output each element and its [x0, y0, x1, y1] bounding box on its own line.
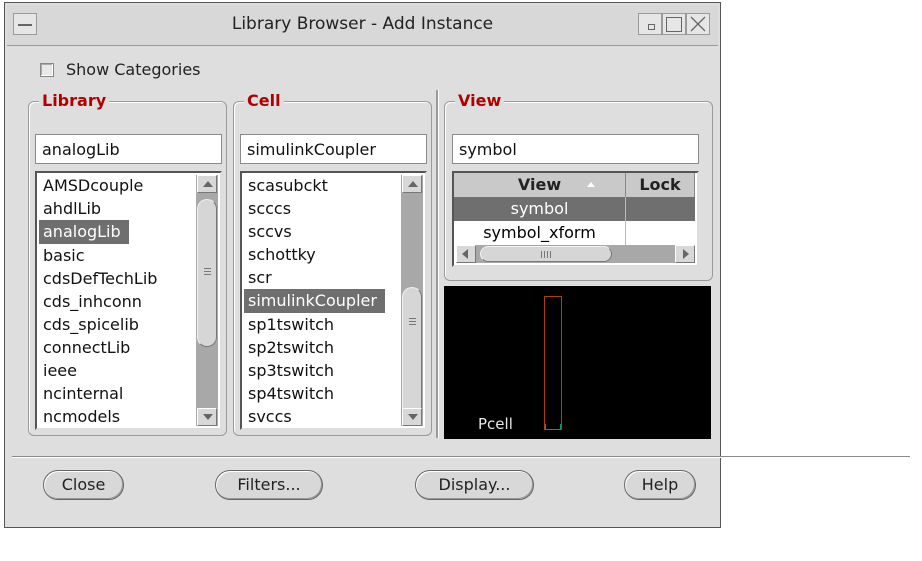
close-icon [690, 16, 706, 32]
scroll-down-arrow-icon[interactable] [197, 408, 217, 426]
filters-button[interactable]: Filters... [215, 470, 323, 500]
view-hscrollbar[interactable] [456, 245, 695, 263]
list-item[interactable]: simulinkCoupler [244, 289, 399, 313]
list-item-label: sp3tswitch [248, 360, 335, 380]
sort-ascending-icon [587, 182, 595, 187]
symbol-preview: Pcell [444, 286, 711, 439]
list-item-label: sccvs [248, 222, 292, 241]
list-item[interactable]: analogLib [39, 220, 194, 244]
window-title: Library Browser - Add Instance [231, 14, 494, 34]
list-item[interactable]: ncmodels [39, 405, 194, 428]
button-separator [12, 456, 910, 457]
cell-heading: Cell [244, 91, 284, 110]
list-item[interactable]: scccs [244, 197, 399, 220]
list-item-label: cdsDefTechLib [43, 268, 158, 288]
view-input[interactable]: symbol [452, 134, 699, 164]
list-item-label: sp4tswitch [248, 383, 335, 403]
list-item[interactable]: AMSDcouple [39, 174, 194, 197]
list-item[interactable]: schottky [244, 243, 399, 266]
panel-divider [436, 90, 438, 438]
library-input[interactable]: analogLib [35, 134, 222, 164]
list-item[interactable]: cds_spicelib [39, 313, 194, 336]
scroll-thumb[interactable] [480, 246, 612, 262]
list-item-label: sp1tswitch [248, 314, 335, 334]
maximize-button[interactable] [662, 13, 686, 35]
list-item-label: cds_inhconn [43, 291, 142, 311]
list-item-label: connectLib [43, 337, 131, 357]
list-item-label: scccs [248, 199, 292, 218]
help-button[interactable]: Help [624, 470, 696, 500]
view-table: View Lock symbol symbol_xform [452, 171, 699, 267]
view-heading: View [455, 91, 505, 110]
list-item-label: ieee [43, 360, 77, 380]
list-item-label: svccs [248, 406, 292, 426]
symbol-shape [544, 296, 562, 430]
list-item[interactable]: connectLib [39, 336, 194, 359]
cell-input[interactable]: simulinkCoupler [240, 134, 427, 164]
pcell-label: Pcell [478, 415, 513, 433]
title-bar: Library Browser - Add Instance [7, 5, 718, 46]
list-item-label: schottky [248, 245, 316, 264]
list-item[interactable]: scr [244, 266, 399, 289]
list-item[interactable]: cdsDefTechLib [39, 267, 194, 290]
library-list[interactable]: AMSDcouple ahdlLib analogLib basic cdsDefTec… [35, 171, 222, 430]
list-item-label: simulinkCoupler [244, 289, 385, 313]
scroll-left-arrow-icon[interactable] [456, 245, 476, 263]
list-item[interactable]: scasubckt [244, 174, 399, 197]
list-item[interactable]: sccvs [244, 220, 399, 243]
list-item-label: sp2tswitch [248, 337, 335, 357]
scroll-down-arrow-icon[interactable] [402, 408, 422, 426]
list-item[interactable]: svccs [244, 405, 399, 428]
list-item[interactable]: basic [39, 244, 194, 267]
library-scrollbar[interactable] [196, 175, 218, 426]
library-heading: Library [39, 91, 110, 110]
list-item[interactable]: sp2tswitch [244, 336, 399, 359]
list-item[interactable]: sp4tswitch [244, 382, 399, 405]
lock-column-header[interactable]: Lock [626, 173, 695, 197]
list-item[interactable]: cds_inhconn [39, 290, 194, 313]
list-item[interactable]: sp3tswitch [244, 359, 399, 382]
list-item-label: ncinternal [43, 383, 124, 403]
list-item[interactable]: ieee [39, 359, 194, 382]
scroll-right-arrow-icon[interactable] [675, 245, 695, 263]
minimize-button[interactable] [638, 13, 662, 35]
cell-scrollbar[interactable] [401, 175, 423, 426]
view-column-label: View [517, 175, 562, 194]
scroll-up-arrow-icon[interactable] [197, 175, 217, 193]
view-cell: symbol_xform [454, 221, 626, 245]
list-item-label: basic [43, 245, 85, 265]
list-item-label: ahdlLib [43, 199, 102, 218]
show-categories-label: Show Categories [66, 60, 201, 79]
cell-list[interactable]: scasubckt scccs sccvs schottky scr simulinkCo… [240, 171, 427, 430]
cell-items: scasubckt scccs sccvs schottky scr simulinkCo… [244, 174, 399, 428]
display-button[interactable]: Display... [415, 470, 534, 500]
list-item[interactable]: ahdlLib [39, 197, 194, 220]
view-cell: symbol [454, 197, 626, 221]
view-row-symbol[interactable]: symbol [454, 197, 695, 221]
library-items: AMSDcouple ahdlLib analogLib basic cdsDefTec… [39, 174, 194, 428]
view-column-header[interactable]: View [454, 173, 626, 197]
checkbox-box[interactable] [40, 62, 54, 77]
list-item[interactable]: sp1tswitch [244, 313, 399, 336]
view-row-symbol-xform[interactable]: symbol_xform [454, 221, 695, 245]
show-categories-checkbox[interactable]: Show Categories [40, 60, 201, 79]
list-item-label: scr [248, 268, 272, 287]
scroll-up-arrow-icon[interactable] [402, 175, 422, 193]
scroll-thumb[interactable] [197, 199, 217, 347]
scroll-thumb[interactable] [402, 287, 422, 417]
lock-column-label: Lock [639, 175, 681, 194]
list-item-label: scasubckt [248, 176, 328, 195]
list-item-label: analogLib [39, 220, 129, 244]
list-item[interactable]: ncinternal [39, 382, 194, 405]
list-item-label: AMSDcouple [43, 176, 144, 195]
list-item-label: cds_spicelib [43, 314, 139, 334]
close-button[interactable]: Close [43, 470, 124, 500]
close-window-button[interactable] [686, 13, 710, 35]
list-item-label: ncmodels [43, 406, 121, 426]
